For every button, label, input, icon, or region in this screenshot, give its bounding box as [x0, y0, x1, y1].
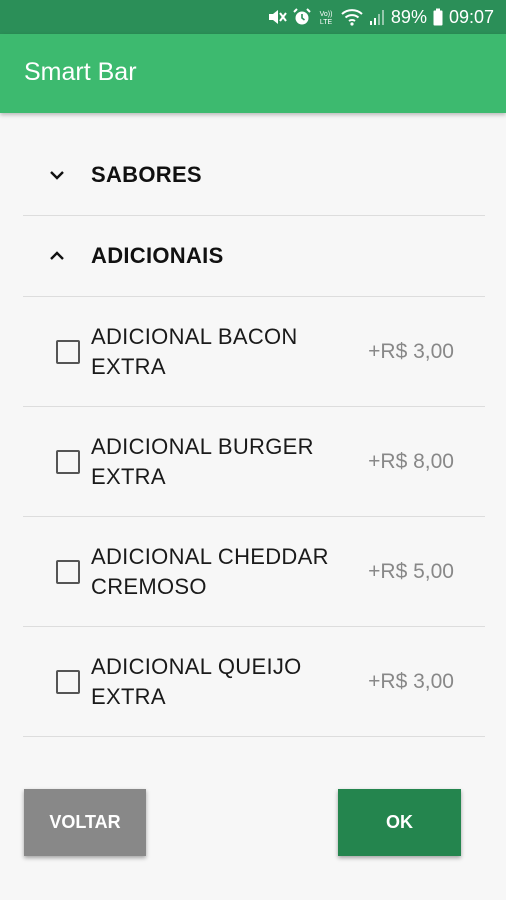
clock: 09:07	[448, 6, 494, 27]
volte-icon: Vo)) LTE	[317, 7, 335, 27]
item-checkbox[interactable]	[56, 669, 80, 694]
section-label: ADICIONAIS	[91, 243, 224, 268]
item-price: +R$ 3,00	[368, 339, 454, 363]
alarm-icon	[293, 7, 311, 27]
signal-icon	[369, 7, 385, 27]
section-label: SABORES	[91, 162, 202, 187]
svg-text:LTE: LTE	[320, 19, 333, 26]
app-bar: Smart Bar	[0, 34, 506, 113]
item-name: ADICIONAL BURGER EXTRA	[91, 433, 314, 489]
status-icons: Vo)) LTE 89% 09:07	[267, 0, 494, 34]
mute-icon	[267, 7, 287, 27]
ok-button[interactable]: OK	[338, 789, 461, 856]
wifi-icon	[341, 7, 363, 27]
chevron-up-icon	[47, 246, 67, 266]
list-item[interactable]: ADICIONAL BURGER EXTRA +R$ 8,00	[23, 407, 485, 517]
item-checkbox[interactable]	[56, 559, 80, 584]
status-bar: Vo)) LTE 89% 09:07	[0, 0, 506, 34]
svg-text:Vo)): Vo))	[320, 11, 333, 18]
battery-icon	[433, 7, 443, 27]
back-button[interactable]: VOLTAR	[24, 789, 146, 856]
chevron-down-icon	[47, 165, 67, 185]
list-item[interactable]: ADICIONAL CHEDDAR CREMOSO +R$ 5,00	[23, 517, 485, 627]
item-name: ADICIONAL CHEDDAR CREMOSO	[91, 543, 329, 599]
app-title: Smart Bar	[24, 58, 137, 86]
item-price: +R$ 8,00	[368, 449, 454, 473]
list-item[interactable]: ADICIONAL BACON EXTRA +R$ 3,00	[23, 297, 485, 407]
list-item[interactable]: ADICIONAL QUEIJO EXTRA +R$ 3,00	[23, 627, 485, 737]
item-name: ADICIONAL QUEIJO EXTRA	[91, 653, 302, 709]
item-price: +R$ 5,00	[368, 559, 454, 583]
battery-percentage: 89%	[390, 6, 427, 27]
content-area: SABORES ADICIONAIS ADICIONAL BACON EXTRA…	[0, 113, 506, 900]
item-checkbox[interactable]	[56, 449, 80, 474]
item-name: ADICIONAL BACON EXTRA	[91, 323, 298, 379]
section-adicionais[interactable]: ADICIONAIS	[23, 216, 485, 297]
section-sabores[interactable]: SABORES	[23, 135, 485, 216]
item-checkbox[interactable]	[56, 339, 80, 364]
item-price: +R$ 3,00	[368, 669, 454, 693]
